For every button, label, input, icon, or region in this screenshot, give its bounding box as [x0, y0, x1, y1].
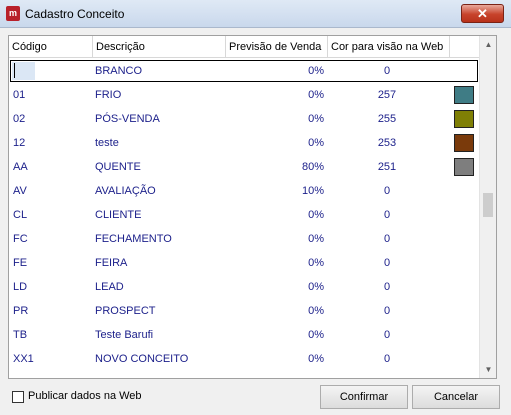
- column-header-descricao[interactable]: Descrição: [93, 36, 226, 58]
- color-swatch[interactable]: [454, 110, 474, 128]
- scroll-down-arrow-icon[interactable]: ▼: [480, 361, 496, 378]
- table-row[interactable]: PR PROSPECT 0% 0: [9, 299, 479, 323]
- cell-web-color: 0: [383, 281, 391, 293]
- column-header-previsao[interactable]: Previsão de Venda: [226, 36, 328, 58]
- app-icon: m: [6, 6, 20, 21]
- cell-sales-forecast: 0%: [308, 281, 324, 293]
- scroll-thumb[interactable]: [483, 193, 493, 217]
- cell-sales-forecast: 0%: [308, 353, 324, 365]
- concept-grid: Código Descrição Previsão de Venda Cor p…: [8, 35, 497, 379]
- cell-code: PR: [13, 305, 29, 317]
- cell-code: TB: [13, 329, 28, 341]
- cell-sales-forecast: 0%: [308, 137, 324, 149]
- cell-description: PÓS-VENDA: [95, 113, 160, 125]
- cell-code: 01: [13, 89, 26, 101]
- color-swatch[interactable]: [454, 134, 474, 152]
- cell-sales-forecast: 0%: [308, 329, 324, 341]
- cell-description: NOVO CONCEITO: [95, 353, 189, 365]
- table-row[interactable]: 12 teste 0% 253: [9, 131, 479, 155]
- table-row[interactable]: AV AVALIAÇÃO 10% 0: [9, 179, 479, 203]
- cell-code: FC: [13, 233, 28, 245]
- cell-sales-forecast: 0%: [308, 233, 324, 245]
- cell-web-color: 0: [383, 65, 391, 77]
- table-row[interactable]: 02 PÓS-VENDA 0% 255: [9, 107, 479, 131]
- code-edit-cell[interactable]: [12, 62, 35, 80]
- grid-rows: BRANCO 0% 0 01 FRIO 0% 257 02 PÓS-VENDA …: [9, 59, 479, 371]
- table-row[interactable]: TB Teste Barufi 0% 0: [9, 323, 479, 347]
- table-row[interactable]: BRANCO 0% 0: [9, 59, 479, 83]
- cell-description: FRIO: [95, 89, 122, 101]
- cancel-button[interactable]: Cancelar: [412, 385, 500, 409]
- cell-web-color: 251: [377, 161, 397, 173]
- vertical-scrollbar[interactable]: ▲ ▼: [479, 36, 496, 378]
- cell-sales-forecast: 0%: [308, 113, 324, 125]
- cell-web-color: 253: [377, 137, 397, 149]
- cell-web-color: 0: [383, 233, 391, 245]
- cell-sales-forecast: 0%: [308, 65, 324, 77]
- color-swatch[interactable]: [454, 158, 474, 176]
- cell-sales-forecast: 0%: [308, 209, 324, 221]
- table-row[interactable]: CL CLIENTE 0% 0: [9, 203, 479, 227]
- cell-description: LEAD: [95, 281, 124, 293]
- title-bar: m Cadastro Conceito ✕: [0, 0, 511, 28]
- color-swatch[interactable]: [454, 86, 474, 104]
- cell-code: AV: [13, 185, 27, 197]
- cell-description: QUENTE: [95, 161, 141, 173]
- cell-description: CLIENTE: [95, 209, 142, 221]
- cell-sales-forecast: 0%: [308, 305, 324, 317]
- table-row[interactable]: LD LEAD 0% 0: [9, 275, 479, 299]
- table-row[interactable]: FC FECHAMENTO 0% 0: [9, 227, 479, 251]
- table-row[interactable]: FE FEIRA 0% 0: [9, 251, 479, 275]
- cell-description: Teste Barufi: [95, 329, 154, 341]
- cell-code: FE: [13, 257, 28, 269]
- cell-sales-forecast: 0%: [308, 257, 324, 269]
- cell-description: AVALIAÇÃO: [95, 185, 156, 197]
- publish-web-checkbox[interactable]: [12, 391, 24, 403]
- cell-code: LD: [13, 281, 28, 293]
- cell-code: CL: [13, 209, 28, 221]
- publish-web-label[interactable]: Publicar dados na Web: [28, 390, 142, 402]
- grid-header: Código Descrição Previsão de Venda Cor p…: [9, 36, 479, 58]
- cell-web-color: 0: [383, 257, 391, 269]
- cell-description: FECHAMENTO: [95, 233, 172, 245]
- column-header-codigo[interactable]: Código: [9, 36, 93, 58]
- cell-code: AA: [13, 161, 28, 173]
- cell-description: teste: [95, 137, 119, 149]
- cell-sales-forecast: 80%: [301, 161, 324, 173]
- cell-web-color: 0: [383, 209, 391, 221]
- cell-code: XX1: [13, 353, 34, 365]
- window-title: Cadastro Conceito: [25, 7, 125, 21]
- cell-sales-forecast: 0%: [308, 89, 324, 101]
- table-row[interactable]: XX1 NOVO CONCEITO 0% 0: [9, 347, 479, 371]
- column-header-cor[interactable]: Cor para visão na Web: [328, 36, 450, 58]
- cell-code: 12: [13, 137, 26, 149]
- cell-web-color: 0: [383, 353, 391, 365]
- cell-code: 02: [13, 113, 26, 125]
- close-button[interactable]: ✕: [461, 4, 504, 23]
- cell-web-color: 0: [383, 329, 391, 341]
- cell-sales-forecast: 10%: [301, 185, 324, 197]
- table-row[interactable]: 01 FRIO 0% 257: [9, 83, 479, 107]
- text-cursor: [14, 63, 15, 78]
- cell-web-color: 0: [383, 305, 391, 317]
- cell-web-color: 255: [377, 113, 397, 125]
- cell-web-color: 0: [383, 185, 391, 197]
- cell-web-color: 257: [377, 89, 397, 101]
- scroll-up-arrow-icon[interactable]: ▲: [480, 36, 496, 53]
- cell-description: BRANCO: [95, 65, 143, 77]
- cell-description: PROSPECT: [95, 305, 156, 317]
- cell-description: FEIRA: [95, 257, 128, 269]
- table-row[interactable]: AA QUENTE 80% 251: [9, 155, 479, 179]
- confirm-button[interactable]: Confirmar: [320, 385, 408, 409]
